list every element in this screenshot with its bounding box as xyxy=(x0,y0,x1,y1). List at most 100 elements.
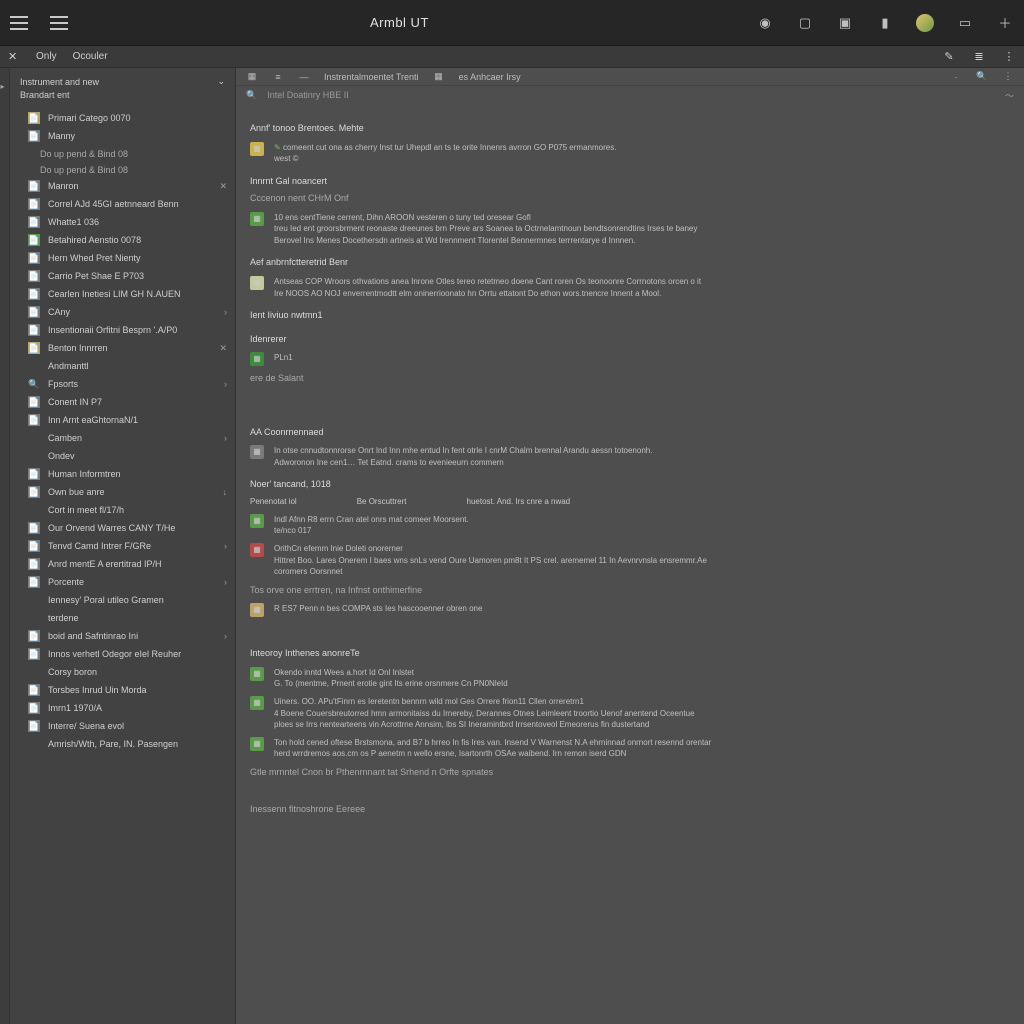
hamburger-icon-2[interactable] xyxy=(50,16,68,30)
hamburger-icon[interactable] xyxy=(10,16,28,30)
sidebar-item-icon: 📄 xyxy=(28,216,40,228)
pen-icon[interactable]: ✎ xyxy=(942,50,956,63)
sidebar-item[interactable]: 📄Conent IN P7 xyxy=(10,393,235,411)
sidebar-item-label: Manny xyxy=(48,131,75,142)
sidebar-item[interactable]: 📄Carrio Pet Shae E P703 xyxy=(10,267,235,285)
sidebar-item[interactable]: 📄boid and Safntinrao Ini› xyxy=(10,627,235,645)
sidebar-item[interactable]: 📄Our Orvend Warres CANY T/He xyxy=(10,519,235,537)
sidebar-item[interactable]: 📄Manron✕ xyxy=(10,177,235,195)
chevron-right-icon: › xyxy=(224,307,227,318)
tab-1[interactable]: Only xyxy=(36,51,57,62)
tb-more-icon[interactable]: ⋮ xyxy=(1002,71,1014,82)
sidebar-item[interactable]: Camben› xyxy=(10,429,235,447)
sidebar-item-icon xyxy=(28,738,40,750)
sidebar-item-icon: 📄 xyxy=(28,576,40,588)
tab-2[interactable]: Ocouler xyxy=(73,51,108,62)
tb-grid-icon[interactable]: ▦ xyxy=(246,71,258,82)
window-icon[interactable]: ▣ xyxy=(836,14,854,32)
tb-label-2[interactable]: es Anhcaer Irsy xyxy=(459,72,521,82)
sidebar-item[interactable]: 📄Manny xyxy=(10,127,235,145)
list-icon[interactable]: ≣ xyxy=(972,50,986,63)
sidebar-item[interactable]: 📄Inn Arnt eaGhtornaN/1 xyxy=(10,411,235,429)
sidebar-item-icon: 📄 xyxy=(28,198,40,210)
sidebar-item[interactable]: 🔍Fpsorts› xyxy=(10,375,235,393)
sidebar-header: Instrument and new Brandart ent ⌄ xyxy=(10,68,235,109)
sidebar-item[interactable]: 📄Human Informtren xyxy=(10,465,235,483)
block-icon: ▦ xyxy=(250,276,264,290)
chevron-right-icon: › xyxy=(224,541,227,552)
search-text[interactable]: Intel Doatinry HBE II xyxy=(267,90,349,100)
tb-label-1[interactable]: Instrentalmoentet Trenti xyxy=(324,72,419,82)
sidebar-item[interactable]: 📄Betahired Aenstio 0078 xyxy=(10,231,235,249)
sidebar-item[interactable]: 📄Tenvd Camd Intrer F/GRe› xyxy=(10,537,235,555)
chevron-right-icon: › xyxy=(224,577,227,588)
sidebar-item-label: Ondev xyxy=(48,451,75,462)
sidebar-item-label: Human Informtren xyxy=(48,469,121,480)
sidebar-item-label: Iennesy' Poral utileo Gramen xyxy=(48,595,164,606)
sidebar-item[interactable]: 📄Porcente› xyxy=(10,573,235,591)
sidebar-item[interactable]: terdene xyxy=(10,609,235,627)
sidebar-item[interactable]: 📄Anrd mentE A erertitrad IP/H xyxy=(10,555,235,573)
rail-item[interactable]: ▸ xyxy=(1,82,9,90)
sidebar-item[interactable]: 📄CAny› xyxy=(10,303,235,321)
sidebar-item-label: Insentionaii Orfitni Besprn '.A/P0 xyxy=(48,325,177,336)
sidebar-header-icon[interactable]: ⌄ xyxy=(217,76,225,87)
tb-grid2-icon[interactable]: ▦ xyxy=(433,71,445,82)
doc-h4: Ient Iiviuo nwtmn1 xyxy=(250,309,1010,323)
layout-icon[interactable]: ▭ xyxy=(956,14,974,32)
chevron-right-icon: › xyxy=(224,433,227,444)
sidebar-item[interactable]: 📄Innos verhetl Odegor eIel Reuher xyxy=(10,645,235,663)
sidebar-item[interactable]: 📄Correl AJd 45GI aetnneard Benn xyxy=(10,195,235,213)
sidebar-item-label: Cearlen Inetiesi LIM GH N.AUEN xyxy=(48,289,181,300)
sidebar-item-label: Our Orvend Warres CANY T/He xyxy=(48,523,175,534)
search-icon[interactable]: 🔍 xyxy=(246,90,257,101)
sidebar-item-label: Amrish/Wth, Pare, IN. Pasengen xyxy=(48,739,178,750)
sidebar-item[interactable]: 📄Whatte1 036 xyxy=(10,213,235,231)
sidebar-item[interactable]: Corsy boron xyxy=(10,663,235,681)
sidebar-item[interactable]: 📄Hern Whed Pret Nienty xyxy=(10,249,235,267)
sidebar-item[interactable]: 📄Own bue anre↓ xyxy=(10,483,235,501)
sidebar-item-label: Innos verhetl Odegor eIel Reuher xyxy=(48,649,181,660)
block9-l1: Uiners. OO. APu'tFinrn es Ieretentn benn… xyxy=(274,696,1010,708)
globe-icon[interactable]: ◉ xyxy=(756,14,774,32)
sidebar-item-label: Andmanttl xyxy=(48,361,89,372)
sidebar-item-label: Hern Whed Pret Nienty xyxy=(48,253,141,264)
device-icon[interactable]: ▮ xyxy=(876,14,894,32)
doc-block-9: ▦ Uiners. OO. APu'tFinrn es Ieretentn be… xyxy=(250,696,1010,731)
app-title: Armbl UT xyxy=(370,15,429,30)
sidebar-item[interactable]: Iennesy' Poral utileo Gramen xyxy=(10,591,235,609)
sidebar-item[interactable]: 📄Benton Innrren✕ xyxy=(10,339,235,357)
close-tab-icon[interactable]: ✕ xyxy=(8,50,20,63)
tb-dash-icon[interactable]: — xyxy=(298,72,310,82)
tb-dot-icon[interactable]: · xyxy=(950,72,962,82)
trail-icon: ↓ xyxy=(223,487,228,498)
tb-list-icon[interactable]: ≡ xyxy=(272,72,284,82)
block-icon: ▦ xyxy=(250,667,264,681)
sidebar: Instrument and new Brandart ent ⌄ 📄Prima… xyxy=(10,68,236,1024)
search-curve-icon[interactable]: 〜 xyxy=(1005,89,1014,102)
sidebar-item[interactable]: 📄Primari Catego 0070 xyxy=(10,109,235,127)
avatar-icon[interactable] xyxy=(916,14,934,32)
panel-icon[interactable]: ▢ xyxy=(796,14,814,32)
block7-l1: R ES7 Penn n bes COMPA sts Ies hascooenn… xyxy=(274,603,1010,617)
block-icon: ▦ xyxy=(250,603,264,617)
doc-h8: Inteoroy Inthenes anonreTe xyxy=(250,647,1010,661)
sidebar-item[interactable]: Amrish/Wth, Pare, IN. Pasengen xyxy=(10,735,235,753)
edit-icon[interactable]: ✎ xyxy=(274,143,281,152)
sidebar-item[interactable]: 📄Interre/ Suena evol xyxy=(10,717,235,735)
sidebar-item-icon xyxy=(28,450,40,462)
block1-line2: west © xyxy=(274,154,299,163)
sidebar-item[interactable]: 📄 Insentionaii Orfitni Besprn '.A/P0 xyxy=(10,321,235,339)
sidebar-item[interactable]: Ondev xyxy=(10,447,235,465)
sidebar-item-icon: 📄 xyxy=(28,702,40,714)
sidebar-item[interactable]: 📄Imrn1 1970/A xyxy=(10,699,235,717)
more-icon[interactable]: ⋮ xyxy=(1002,50,1016,63)
sidebar-item[interactable]: 📄Cearlen Inetiesi LIM GH N.AUEN xyxy=(10,285,235,303)
content-toolbar: ▦ ≡ — Instrentalmoentet Trenti ▦ es Anhc… xyxy=(236,68,1024,86)
new-tab-icon[interactable]: ＋ xyxy=(996,14,1014,32)
sidebar-item[interactable]: Andmanttl xyxy=(10,357,235,375)
sidebar-item[interactable]: 📄Torsbes Inrud Uin Morda xyxy=(10,681,235,699)
sidebar-item[interactable]: Cort in meet fl/17/h xyxy=(10,501,235,519)
sidebar-item-icon: 📄 xyxy=(28,324,40,336)
tb-search-icon[interactable]: 🔍 xyxy=(976,71,988,82)
